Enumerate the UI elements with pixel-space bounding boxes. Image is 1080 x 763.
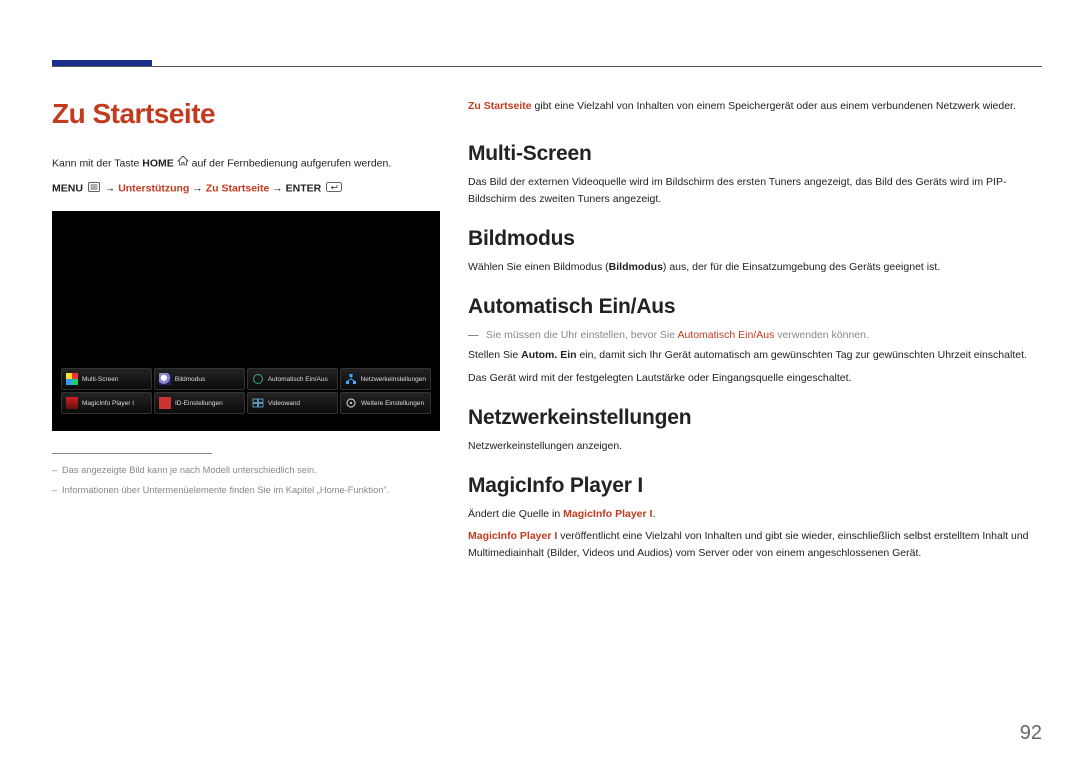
bm-bold: Bildmodus [609, 261, 663, 273]
section-magicinfo: MagicInfo Player I Ändert die Quelle in … [468, 474, 1042, 561]
page-title: Zu Startseite [52, 98, 440, 130]
id-settings-icon [159, 397, 171, 409]
launcher-row-1: Multi-Screen Bildmodus Automatisch Ein/A… [61, 368, 431, 390]
lead-tail: gibt eine Vielzahl von Inhalten von eine… [532, 100, 1016, 112]
tile-network[interactable]: Netzwerkeinstellungen [340, 368, 431, 390]
tile-bildmodus[interactable]: Bildmodus [154, 368, 245, 390]
heading-magicinfo: MagicInfo Player I [468, 474, 1042, 498]
intro-lead: Kann mit der Taste [52, 158, 142, 170]
menu-path: MENU → Unterstützung → Zu Startseite → E… [52, 182, 440, 195]
intro-tail: auf der Fernbedienung aufgerufen werden. [189, 158, 392, 170]
section-auto-onoff: Automatisch Ein/Aus Sie müssen die Uhr e… [468, 295, 1042, 386]
network-icon [345, 373, 357, 385]
heading-multi-screen: Multi-Screen [468, 142, 1042, 166]
auto-l1-before: Stellen Sie [468, 349, 521, 361]
auto-line1: Stellen Sie Autom. Ein ein, damit sich I… [468, 347, 1042, 363]
home-key-label: HOME [142, 158, 174, 170]
magicinfo-icon [66, 397, 78, 409]
auto-note-before: Sie müssen die Uhr einstellen, bevor Sie [486, 329, 677, 341]
section-netzwerk: Netzwerkeinstellungen Netzwerkeinstellun… [468, 406, 1042, 454]
menu-icon [88, 182, 100, 195]
right-column: Zu Startseite gibt eine Vielzahl von Inh… [468, 98, 1042, 763]
lead-paragraph: Zu Startseite gibt eine Vielzahl von Inh… [468, 98, 1042, 114]
tile-label: Netzwerkeinstellungen [361, 376, 426, 383]
page-content: Zu Startseite Kann mit der Taste HOME au… [52, 66, 1042, 763]
text-netzwerk: Netzwerkeinstellungen anzeigen. [468, 438, 1042, 454]
auto-l1-after: ein, damit sich Ihr Gerät automatisch am… [577, 349, 1027, 361]
tile-label: MagicInfo Player I [82, 400, 134, 407]
heading-netzwerk: Netzwerkeinstellungen [468, 406, 1042, 430]
menu-label: MENU [52, 183, 83, 195]
auto-note-after: verwenden können. [774, 329, 869, 341]
tile-label: ID-Einstellungen [175, 400, 223, 407]
tile-id-settings[interactable]: ID-Einstellungen [154, 392, 245, 414]
clock-icon [252, 373, 264, 385]
enter-icon [326, 182, 342, 195]
lead-red: Zu Startseite [468, 100, 532, 112]
mi-l1-after: . [652, 508, 655, 520]
launcher-row-2: MagicInfo Player I ID-Einstellungen Vide… [61, 392, 431, 414]
auto-l1-bold: Autom. Ein [521, 349, 576, 361]
picture-mode-icon [159, 373, 171, 385]
footnote-1: Das angezeigte Bild kann je nach Modell … [52, 464, 440, 477]
mi-l2-red: MagicInfo Player I [468, 530, 557, 542]
bm-before: Wählen Sie einen Bildmodus ( [468, 261, 609, 273]
home-icon [177, 156, 189, 172]
launcher-bar: Multi-Screen Bildmodus Automatisch Ein/A… [61, 368, 431, 416]
tile-magicinfo[interactable]: MagicInfo Player I [61, 392, 152, 414]
auto-line2: Das Gerät wird mit der festgelegten Laut… [468, 370, 1042, 386]
section-bildmodus: Bildmodus Wählen Sie einen Bildmodus (Bi… [468, 227, 1042, 275]
mi-l1-red: MagicInfo Player I [563, 508, 652, 520]
multi-screen-icon [66, 373, 78, 385]
heading-auto: Automatisch Ein/Aus [468, 295, 1042, 319]
videowall-icon [252, 397, 264, 409]
text-bildmodus: Wählen Sie einen Bildmodus (Bildmodus) a… [468, 259, 1042, 275]
auto-note-bold: Automatisch Ein/Aus [677, 329, 774, 341]
tile-auto-onoff[interactable]: Automatisch Ein/Aus [247, 368, 338, 390]
enter-label: ENTER [286, 183, 322, 195]
page-number: 92 [1020, 722, 1042, 745]
bm-after: ) aus, der für die Einsatzumgebung des G… [663, 261, 940, 273]
text-multi-screen: Das Bild der externen Videoquelle wird i… [468, 174, 1042, 207]
intro-text: Kann mit der Taste HOME auf der Fernbedi… [52, 156, 440, 172]
tile-more-settings[interactable]: Weitere Einstellungen [340, 392, 431, 414]
menu-path-step1: Unterstützung [118, 183, 189, 195]
footnote-2: Informationen über Untermenüelemente fin… [52, 484, 440, 497]
mi-line2: MagicInfo Player I veröffentlicht eine V… [468, 528, 1042, 561]
tile-label: Multi-Screen [82, 376, 118, 383]
left-column: Zu Startseite Kann mit der Taste HOME au… [52, 98, 440, 763]
tile-label: Videowand [268, 400, 300, 407]
tile-label: Weitere Einstellungen [361, 400, 424, 407]
tile-multi-screen[interactable]: Multi-Screen [61, 368, 152, 390]
heading-bildmodus: Bildmodus [468, 227, 1042, 251]
gear-icon [345, 397, 357, 409]
tile-label: Bildmodus [175, 376, 205, 383]
footnote-separator [52, 453, 212, 454]
tile-videowall[interactable]: Videowand [247, 392, 338, 414]
product-screenshot: Multi-Screen Bildmodus Automatisch Ein/A… [52, 211, 440, 431]
menu-path-step2: Zu Startseite [206, 183, 270, 195]
section-multi-screen: Multi-Screen Das Bild der externen Video… [468, 142, 1042, 207]
tile-label: Automatisch Ein/Aus [268, 376, 328, 383]
auto-note: Sie müssen die Uhr einstellen, bevor Sie… [468, 327, 1042, 343]
mi-l1-before: Ändert die Quelle in [468, 508, 563, 520]
mi-line1: Ändert die Quelle in MagicInfo Player I. [468, 506, 1042, 522]
